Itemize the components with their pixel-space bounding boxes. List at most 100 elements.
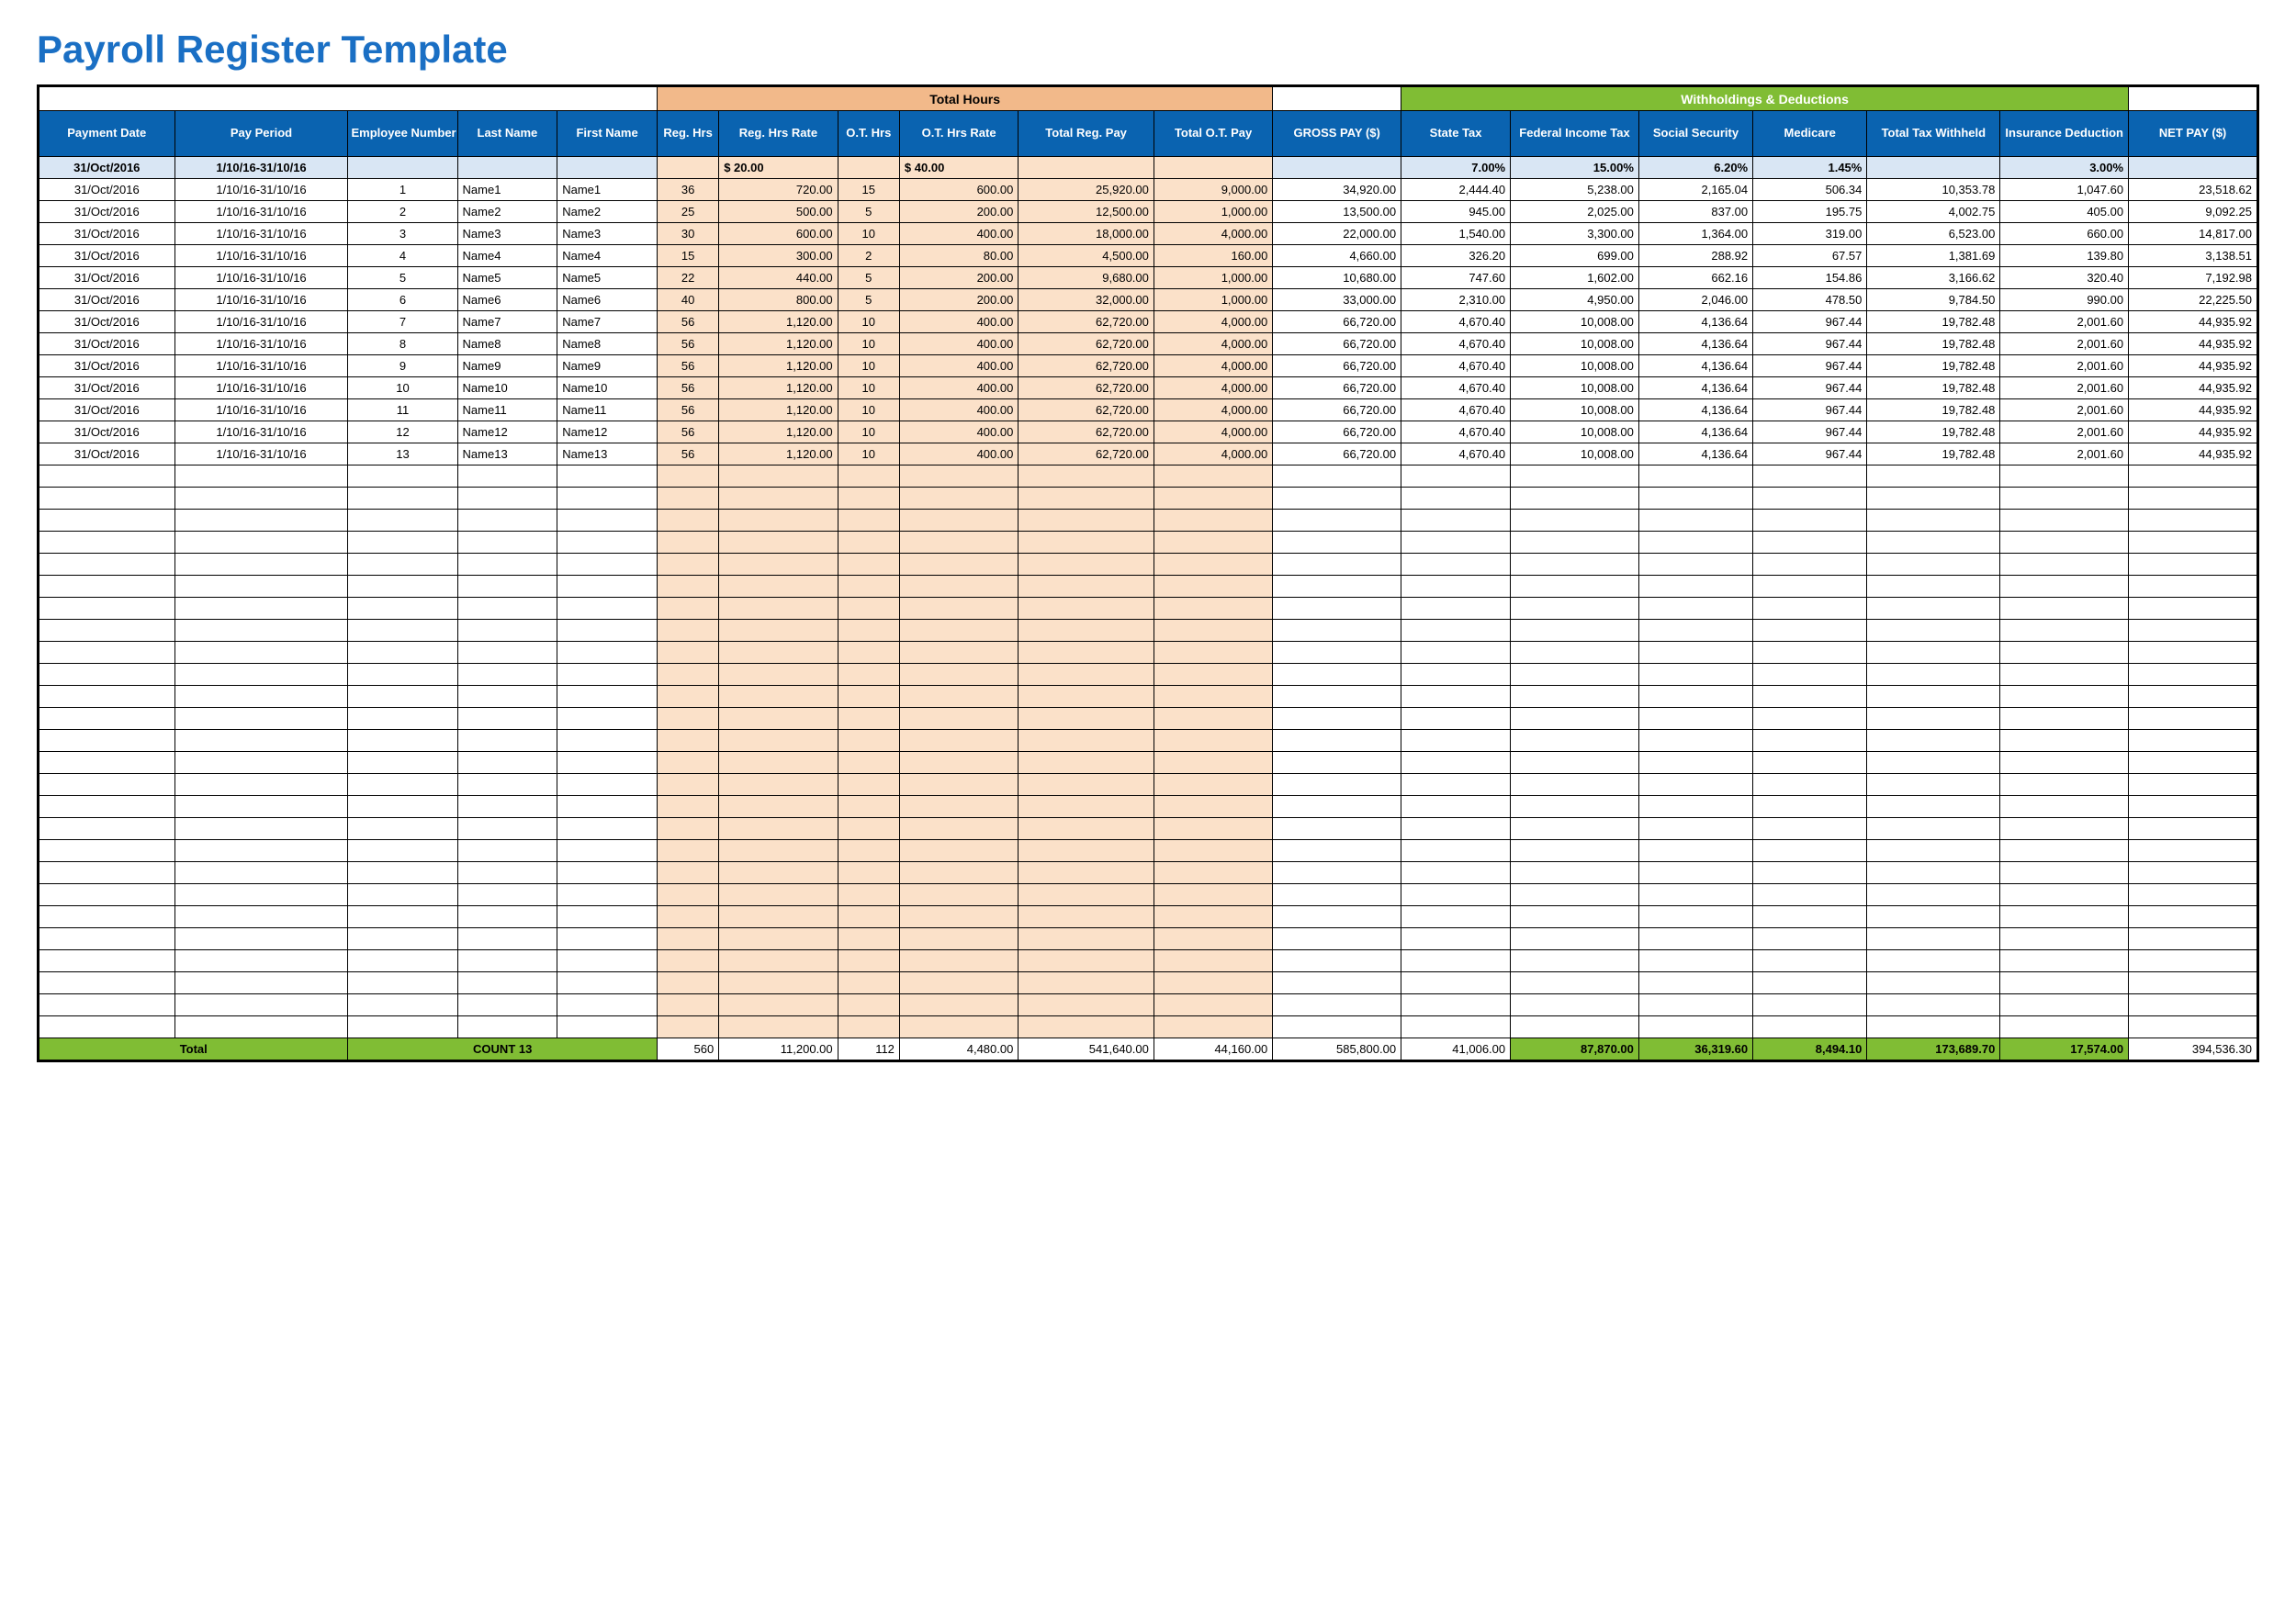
cell-regRate[interactable] bbox=[719, 906, 838, 928]
cell-payPeriod[interactable]: 1/10/16-31/10/16 bbox=[174, 399, 348, 421]
cell-first[interactable]: Name10 bbox=[557, 377, 658, 399]
cell-ss[interactable] bbox=[1638, 862, 1752, 884]
cell-medicare[interactable]: 967.44 bbox=[1753, 443, 1867, 465]
cell-state[interactable] bbox=[1401, 906, 1511, 928]
cell-regHrs[interactable]: 56 bbox=[657, 443, 718, 465]
cell-regHrs[interactable] bbox=[657, 994, 718, 1016]
cell-totalTax[interactable] bbox=[1867, 510, 2000, 532]
cell-ss[interactable] bbox=[1638, 554, 1752, 576]
cell-paymentDate[interactable]: 31/Oct/2016 bbox=[39, 245, 175, 267]
cell-empNo[interactable] bbox=[348, 730, 457, 752]
cell-state[interactable] bbox=[1401, 708, 1511, 730]
cell-totalReg[interactable] bbox=[1019, 708, 1154, 730]
cell-totalOT[interactable] bbox=[1154, 862, 1272, 884]
cell-gross[interactable] bbox=[1273, 510, 1401, 532]
cell-regRate[interactable]: 1,120.00 bbox=[719, 333, 838, 355]
cell-totalReg[interactable]: 62,720.00 bbox=[1019, 421, 1154, 443]
cell-state[interactable]: 4,670.40 bbox=[1401, 377, 1511, 399]
cell-regHrs[interactable] bbox=[657, 465, 718, 488]
cell-otHrs[interactable]: 15 bbox=[838, 179, 899, 201]
cell-federal[interactable] bbox=[1511, 884, 1639, 906]
cell-insurance[interactable] bbox=[2000, 884, 2129, 906]
cell-ss[interactable] bbox=[1638, 708, 1752, 730]
cell-insurance[interactable] bbox=[2000, 686, 2129, 708]
cell-insurance[interactable] bbox=[2000, 620, 2129, 642]
cell-otRate[interactable] bbox=[899, 1016, 1018, 1038]
cell-ss[interactable]: 288.92 bbox=[1638, 245, 1752, 267]
cell-insurance[interactable] bbox=[2000, 510, 2129, 532]
cell-payPeriod[interactable]: 1/10/16-31/10/16 bbox=[174, 201, 348, 223]
cell-medicare[interactable] bbox=[1753, 708, 1867, 730]
cell-payPeriod[interactable]: 1/10/16-31/10/16 bbox=[174, 377, 348, 399]
cell-net[interactable]: 7,192.98 bbox=[2129, 267, 2257, 289]
cell-otRate[interactable]: 400.00 bbox=[899, 443, 1018, 465]
cell-insurance[interactable] bbox=[2000, 730, 2129, 752]
cell-otHrs[interactable]: 10 bbox=[838, 377, 899, 399]
cell-insurance[interactable] bbox=[2000, 488, 2129, 510]
cell-totalOT[interactable] bbox=[1154, 884, 1272, 906]
cell-payPeriod[interactable] bbox=[174, 532, 348, 554]
cell-insurance[interactable] bbox=[2000, 796, 2129, 818]
cell-totalTax[interactable] bbox=[1867, 708, 2000, 730]
cell-first[interactable] bbox=[557, 686, 658, 708]
cell-insurance[interactable] bbox=[2000, 642, 2129, 664]
cell-state[interactable] bbox=[1401, 994, 1511, 1016]
cell-regRate[interactable]: 1,120.00 bbox=[719, 355, 838, 377]
cell-regHrs[interactable] bbox=[657, 576, 718, 598]
cell-regRate[interactable]: 1,120.00 bbox=[719, 421, 838, 443]
cell-gross[interactable] bbox=[1273, 620, 1401, 642]
cell-otRate[interactable] bbox=[899, 972, 1018, 994]
cell-state[interactable] bbox=[1401, 796, 1511, 818]
cell-federal[interactable]: 5,238.00 bbox=[1511, 179, 1639, 201]
def-regrate[interactable]: $ 20.00 bbox=[719, 157, 838, 179]
cell-totalReg[interactable]: 12,500.00 bbox=[1019, 201, 1154, 223]
def-ss[interactable]: 6.20% bbox=[1638, 157, 1752, 179]
cell-ss[interactable] bbox=[1638, 532, 1752, 554]
cell-federal[interactable] bbox=[1511, 465, 1639, 488]
cell-regRate[interactable]: 440.00 bbox=[719, 267, 838, 289]
cell-payPeriod[interactable] bbox=[174, 796, 348, 818]
cell-totalReg[interactable] bbox=[1019, 840, 1154, 862]
cell-totalTax[interactable]: 9,784.50 bbox=[1867, 289, 2000, 311]
cell-otHrs[interactable] bbox=[838, 818, 899, 840]
cell-empNo[interactable] bbox=[348, 818, 457, 840]
cell-regHrs[interactable] bbox=[657, 620, 718, 642]
cell-totalTax[interactable]: 3,166.62 bbox=[1867, 267, 2000, 289]
cell-empNo[interactable] bbox=[348, 686, 457, 708]
cell-state[interactable]: 326.20 bbox=[1401, 245, 1511, 267]
cell-federal[interactable] bbox=[1511, 862, 1639, 884]
cell-totalOT[interactable] bbox=[1154, 488, 1272, 510]
cell-regRate[interactable] bbox=[719, 730, 838, 752]
cell-totalOT[interactable] bbox=[1154, 620, 1272, 642]
cell-last[interactable] bbox=[457, 488, 557, 510]
cell-last[interactable]: Name9 bbox=[457, 355, 557, 377]
cell-federal[interactable] bbox=[1511, 708, 1639, 730]
cell-ss[interactable]: 4,136.64 bbox=[1638, 399, 1752, 421]
cell-regRate[interactable] bbox=[719, 642, 838, 664]
cell-totalTax[interactable]: 1,381.69 bbox=[1867, 245, 2000, 267]
cell-regRate[interactable] bbox=[719, 554, 838, 576]
cell-net[interactable] bbox=[2129, 774, 2257, 796]
cell-totalTax[interactable] bbox=[1867, 488, 2000, 510]
cell-paymentDate[interactable]: 31/Oct/2016 bbox=[39, 443, 175, 465]
cell-totalReg[interactable]: 62,720.00 bbox=[1019, 311, 1154, 333]
cell-regHrs[interactable]: 40 bbox=[657, 289, 718, 311]
cell-last[interactable] bbox=[457, 686, 557, 708]
cell-medicare[interactable]: 967.44 bbox=[1753, 421, 1867, 443]
cell-empNo[interactable] bbox=[348, 642, 457, 664]
cell-medicare[interactable]: 478.50 bbox=[1753, 289, 1867, 311]
cell-last[interactable] bbox=[457, 465, 557, 488]
cell-ss[interactable] bbox=[1638, 906, 1752, 928]
cell-payPeriod[interactable]: 1/10/16-31/10/16 bbox=[174, 267, 348, 289]
cell-totalReg[interactable]: 62,720.00 bbox=[1019, 399, 1154, 421]
cell-federal[interactable] bbox=[1511, 576, 1639, 598]
cell-first[interactable] bbox=[557, 488, 658, 510]
cell-otRate[interactable]: 400.00 bbox=[899, 223, 1018, 245]
cell-insurance[interactable] bbox=[2000, 598, 2129, 620]
cell-totalTax[interactable] bbox=[1867, 1016, 2000, 1038]
cell-totalOT[interactable] bbox=[1154, 664, 1272, 686]
cell-totalTax[interactable]: 19,782.48 bbox=[1867, 377, 2000, 399]
cell-totalReg[interactable]: 62,720.00 bbox=[1019, 355, 1154, 377]
cell-first[interactable] bbox=[557, 730, 658, 752]
cell-net[interactable] bbox=[2129, 818, 2257, 840]
